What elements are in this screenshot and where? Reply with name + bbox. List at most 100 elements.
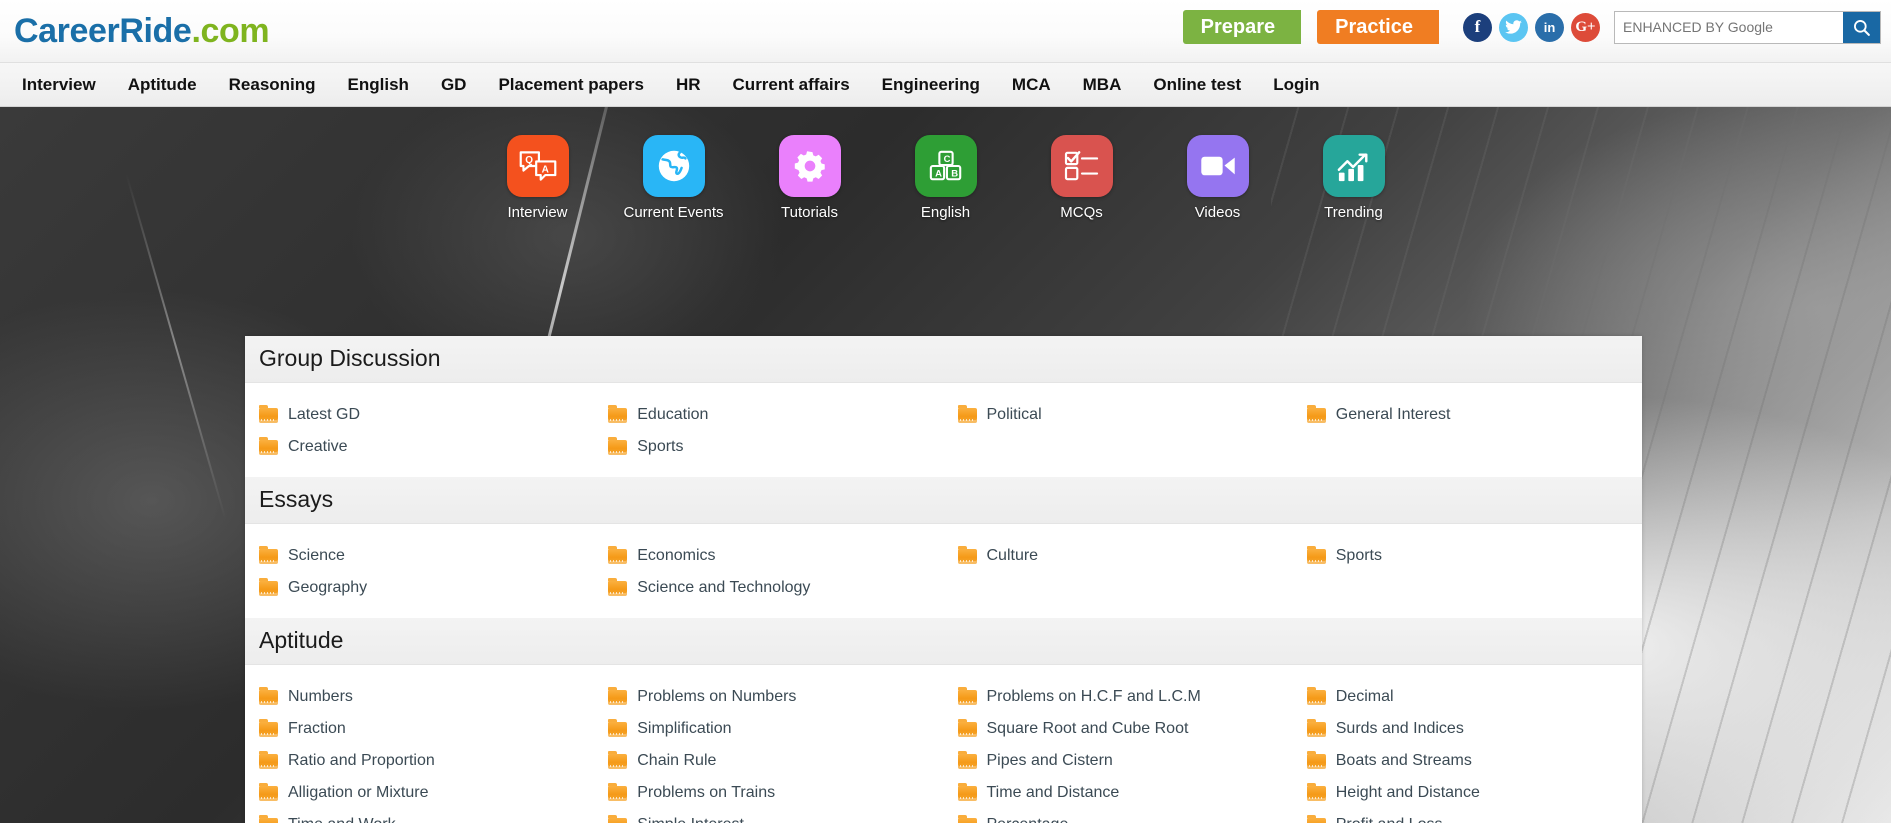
category-link[interactable]: Chain Rule <box>594 745 943 777</box>
category-link-label: Alligation or Mixture <box>288 784 429 801</box>
twitter-icon[interactable] <box>1499 12 1528 42</box>
category-link[interactable]: Height and Distance <box>1293 777 1642 809</box>
category-tile-label: Interview <box>507 204 568 221</box>
linkedin-icon[interactable]: in <box>1535 12 1564 42</box>
nav-item-reasoning[interactable]: Reasoning <box>213 63 332 107</box>
category-link[interactable]: Science and Technology <box>594 572 943 604</box>
category-link[interactable]: Surds and Indices <box>1293 713 1642 745</box>
svg-text:A: A <box>541 164 548 175</box>
svg-text:A: A <box>935 168 942 179</box>
folder-icon <box>1306 750 1326 769</box>
nav-item-hr[interactable]: HR <box>660 63 717 107</box>
practice-button-label: Practice <box>1335 15 1413 38</box>
facebook-icon[interactable]: f <box>1463 12 1492 42</box>
section-group-discussion: Group Discussion Latest GD Education Pol… <box>245 336 1642 477</box>
category-link[interactable]: Profit and Loss <box>1293 809 1642 823</box>
category-link[interactable]: Science <box>245 540 594 572</box>
folder-icon <box>259 686 278 705</box>
category-tile-label: Trending <box>1324 204 1383 221</box>
category-link[interactable]: Time and Distance <box>944 777 1293 809</box>
category-tile-videos[interactable]: Videos <box>1175 135 1261 221</box>
category-link[interactable]: Fraction <box>245 713 594 745</box>
category-link[interactable]: Political <box>944 399 1293 431</box>
folder-icon <box>259 436 278 455</box>
category-link-label: Economics <box>637 547 716 564</box>
section-title: Aptitude <box>245 618 1642 665</box>
category-tile-mcqs[interactable]: MCQs <box>1039 135 1125 221</box>
category-link[interactable]: Problems on Trains <box>594 777 943 809</box>
top-header-bar: CareerRide.com Prepare Practice f in G+ <box>0 0 1891 62</box>
nav-item-mca[interactable]: MCA <box>996 63 1067 107</box>
category-tile-tutorials[interactable]: Tutorials <box>767 135 853 221</box>
nav-item-online-test[interactable]: Online test <box>1137 63 1257 107</box>
folder-icon <box>957 686 977 705</box>
nav-item-english[interactable]: English <box>332 63 425 107</box>
category-link-label: Surds and Indices <box>1335 720 1464 737</box>
folder-icon <box>957 718 977 737</box>
category-link[interactable]: General Interest <box>1293 399 1642 431</box>
svg-text:Q: Q <box>525 155 533 166</box>
folder-icon <box>259 577 278 596</box>
folder-icon <box>957 545 977 564</box>
nav-item-engineering[interactable]: Engineering <box>866 63 996 107</box>
folder-icon <box>608 404 628 423</box>
nav-item-placement-papers[interactable]: Placement papers <box>482 63 660 107</box>
category-link[interactable]: Percentage <box>944 809 1293 823</box>
category-link[interactable]: Alligation or Mixture <box>245 777 594 809</box>
category-link-label: Problems on Trains <box>637 784 776 801</box>
category-tile-label: Tutorials <box>781 204 838 221</box>
category-link[interactable]: Latest GD <box>245 399 594 431</box>
nav-item-mba[interactable]: MBA <box>1067 63 1138 107</box>
search-button[interactable] <box>1843 11 1880 43</box>
category-link[interactable]: Decimal <box>1293 681 1642 713</box>
category-link[interactable]: Ratio and Proportion <box>245 745 594 777</box>
category-link[interactable]: Numbers <box>245 681 594 713</box>
category-link[interactable]: Culture <box>944 540 1293 572</box>
category-link-label: Problems on Numbers <box>637 688 797 705</box>
video-camera-icon <box>1186 135 1249 197</box>
category-link-label: Time and Work <box>288 816 396 823</box>
category-tile-english[interactable]: C A B English <box>903 135 989 221</box>
category-link-label: Chain Rule <box>637 752 717 769</box>
site-logo[interactable]: CareerRide.com <box>14 14 270 48</box>
nav-item-interview[interactable]: Interview <box>6 63 112 107</box>
nav-item-gd[interactable]: GD <box>425 63 483 107</box>
category-link-label: Simplification <box>637 720 732 737</box>
category-link[interactable]: Sports <box>1293 540 1642 572</box>
folder-icon <box>1306 404 1326 423</box>
prepare-button[interactable]: Prepare <box>1182 10 1302 44</box>
category-link[interactable]: Square Root and Cube Root <box>944 713 1293 745</box>
category-link[interactable]: Creative <box>245 431 594 463</box>
category-link-label: Decimal <box>1335 688 1394 705</box>
search-input[interactable] <box>1615 11 1843 43</box>
category-link[interactable]: Time and Work <box>245 809 594 823</box>
practice-button[interactable]: Practice <box>1317 10 1439 44</box>
category-tile-interview[interactable]: Q A Interview <box>495 135 581 221</box>
nav-item-login[interactable]: Login <box>1257 63 1335 107</box>
category-link[interactable]: Problems on Numbers <box>594 681 943 713</box>
category-link[interactable]: Geography <box>245 572 594 604</box>
category-link[interactable]: Economics <box>594 540 943 572</box>
nav-item-aptitude[interactable]: Aptitude <box>112 63 213 107</box>
category-tile-current-events[interactable]: Current Events <box>623 135 724 221</box>
category-link-label: Ratio and Proportion <box>288 752 435 769</box>
category-link[interactable]: Pipes and Cistern <box>944 745 1293 777</box>
folder-icon <box>1306 686 1326 705</box>
abc-blocks-icon: C A B <box>914 135 977 197</box>
category-link[interactable]: Simplification <box>594 713 943 745</box>
section-essays: Essays Science Economics Culture Sports … <box>245 477 1642 618</box>
category-link[interactable]: Education <box>594 399 943 431</box>
category-tile-trending[interactable]: Trending <box>1311 135 1397 221</box>
category-link[interactable]: Boats and Streams <box>1293 745 1642 777</box>
folder-icon <box>259 782 278 801</box>
category-link[interactable]: Sports <box>594 431 943 463</box>
category-link-label: Sports <box>1335 547 1382 564</box>
category-link-label: Square Root and Cube Root <box>986 720 1189 737</box>
nav-item-current-affairs[interactable]: Current affairs <box>717 63 866 107</box>
google-plus-icon[interactable]: G+ <box>1571 12 1600 42</box>
category-tile-row: Q A Interview Current Events Tutorials C… <box>0 135 1891 221</box>
search-icon <box>1852 18 1871 37</box>
category-link[interactable]: Problems on H.C.F and L.C.M <box>944 681 1293 713</box>
folder-icon <box>957 404 977 423</box>
category-link[interactable]: Simple Interest <box>594 809 943 823</box>
